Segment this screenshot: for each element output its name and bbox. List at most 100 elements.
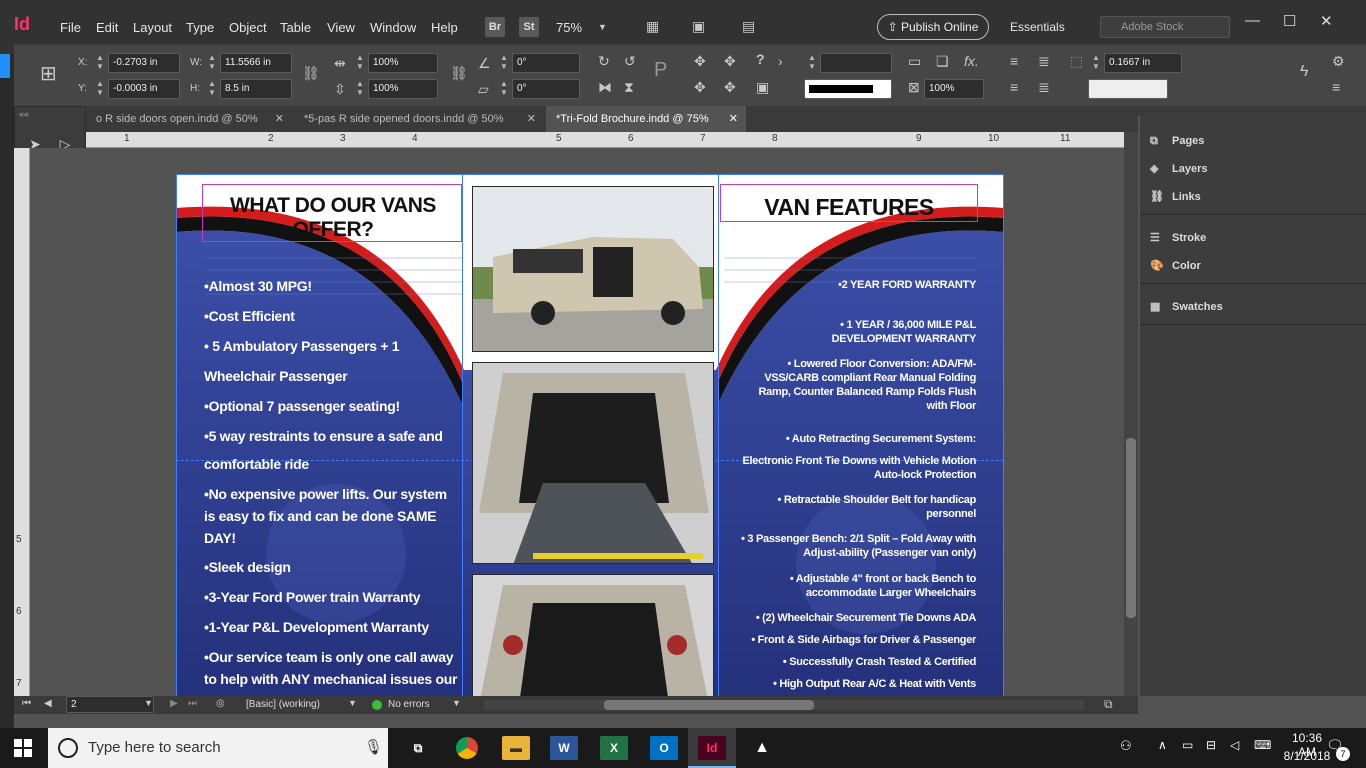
- tab-close-icon[interactable]: ✕: [527, 106, 536, 132]
- text-wrap-shape-icon[interactable]: ≡: [1010, 79, 1018, 95]
- rotate-ccw-icon[interactable]: ↺: [624, 53, 636, 70]
- input-method-icon[interactable]: ⌨: [1254, 738, 1271, 752]
- text-wrap-box-icon[interactable]: ≣: [1038, 53, 1050, 70]
- vertical-ruler[interactable]: 5 6 7: [14, 148, 30, 696]
- x-field[interactable]: -0.2703 in: [108, 53, 180, 73]
- shear-angle-field[interactable]: 0°: [512, 79, 580, 99]
- task-view-icon[interactable]: ⧉: [404, 736, 432, 760]
- maximize-icon[interactable]: ☐: [1283, 12, 1296, 30]
- select-previous-icon[interactable]: ✥: [694, 79, 706, 96]
- select-next-icon[interactable]: ✥: [724, 79, 736, 96]
- stroke-weight-field[interactable]: [820, 53, 892, 73]
- document-canvas[interactable]: WHAT DO OUR VANS OFFER? VAN FEATURES •Al…: [30, 148, 1124, 696]
- battery-icon[interactable]: ▭: [1182, 738, 1193, 752]
- page-dropdown-icon[interactable]: ▼: [144, 698, 153, 708]
- fx-effects-icon[interactable]: fx.: [964, 53, 979, 69]
- object-style-field[interactable]: [1088, 79, 1168, 99]
- indesign-taskbar-icon[interactable]: Id: [698, 736, 726, 760]
- lightning-icon[interactable]: ϟ: [1300, 63, 1308, 81]
- y-spinner[interactable]: ▲ ▼: [94, 79, 106, 99]
- zoom-level[interactable]: 75%: [556, 20, 582, 35]
- clock-date[interactable]: 8/1/2018: [1282, 749, 1332, 763]
- screen-mode-icon[interactable]: ▣: [692, 18, 705, 35]
- panel-stroke[interactable]: ☰ Stroke: [1150, 225, 1206, 251]
- stock-button[interactable]: St: [519, 17, 539, 37]
- panel-menu-icon[interactable]: ≡: [1332, 79, 1340, 95]
- previous-page-icon[interactable]: ◀: [44, 698, 52, 709]
- stroke-weight-spinner[interactable]: ▲ ▼: [806, 53, 818, 73]
- menu-layout[interactable]: Layout: [133, 20, 172, 35]
- file-explorer-icon[interactable]: ▬: [502, 736, 530, 760]
- rotate-cw-icon[interactable]: ↻: [598, 53, 610, 70]
- select-container-icon[interactable]: ✥: [694, 53, 706, 70]
- chrome-icon[interactable]: [456, 737, 478, 759]
- corner-size-field[interactable]: 0.1667 in: [1104, 53, 1182, 73]
- angle-spinner[interactable]: ▲ ▼: [498, 53, 510, 73]
- rotation-angle-field[interactable]: 0°: [512, 53, 580, 73]
- menu-table[interactable]: Table: [280, 20, 311, 35]
- constrain-proportions-icon[interactable]: ⛓: [302, 65, 320, 82]
- van-photo-ramp[interactable]: [472, 362, 714, 564]
- h-spinner[interactable]: ▲ ▼: [206, 79, 218, 99]
- frame-grid-icon[interactable]: ▦: [646, 18, 659, 35]
- excel-icon[interactable]: X: [600, 736, 628, 760]
- h-field[interactable]: 8.5 in: [220, 79, 292, 99]
- errors-dropdown-icon[interactable]: ▼: [452, 698, 461, 708]
- tab-doc-2[interactable]: *5-pas R side opened doors.indd @ 50% ✕: [294, 106, 544, 132]
- menu-window[interactable]: Window: [370, 20, 416, 35]
- profile-dropdown-icon[interactable]: ▼: [348, 698, 357, 708]
- outlook-icon[interactable]: O: [650, 736, 678, 760]
- microphone-icon[interactable]: 🎙: [364, 738, 383, 756]
- scale-y-field[interactable]: 100%: [368, 79, 438, 99]
- panel-layers[interactable]: ◈ Layers: [1150, 156, 1207, 182]
- stroke-color-icon[interactable]: ▭: [908, 53, 921, 70]
- split-view-icon[interactable]: ⧉: [1104, 697, 1113, 712]
- close-icon[interactable]: ✕: [1320, 12, 1333, 30]
- scale-x-spinner[interactable]: ▲ ▼: [354, 53, 366, 73]
- stroke-type-field[interactable]: [804, 79, 892, 99]
- word-icon[interactable]: W: [550, 736, 578, 760]
- van-photo-side[interactable]: [472, 186, 714, 352]
- select-content-icon[interactable]: ✥: [724, 53, 736, 70]
- tab-close-icon[interactable]: ✕: [275, 106, 284, 132]
- horizontal-scrollbar[interactable]: [484, 700, 1084, 710]
- scale-y-spinner[interactable]: ▲ ▼: [354, 79, 366, 99]
- vertical-scroll-thumb[interactable]: [1126, 438, 1136, 618]
- scale-x-field[interactable]: 100%: [368, 53, 438, 73]
- reference-point-icon[interactable]: ⊞: [40, 61, 57, 86]
- y-field[interactable]: -0.0003 in: [108, 79, 180, 99]
- tab-doc-1[interactable]: o R side doors open.indd @ 50% ✕: [86, 106, 292, 132]
- text-wrap-none-icon[interactable]: ≡: [1010, 53, 1018, 69]
- show-hidden-icons[interactable]: ∧: [1158, 738, 1167, 752]
- publish-online-button[interactable]: ⇧ Publish Online: [877, 14, 989, 40]
- text-wrap-jump-icon[interactable]: ≣: [1038, 79, 1050, 96]
- opacity-field[interactable]: 100%: [924, 79, 984, 99]
- shear-spinner[interactable]: ▲ ▼: [498, 79, 510, 99]
- vertical-scrollbar[interactable]: [1124, 132, 1138, 696]
- photos-icon[interactable]: ▲: [748, 736, 776, 760]
- next-page-icon[interactable]: ▶: [170, 698, 178, 709]
- horizontal-ruler[interactable]: 1 2 3 4 5 6 7 8 9 10 11: [86, 132, 1138, 148]
- settings-gear-icon[interactable]: ⚙: [1332, 53, 1345, 70]
- panel-color[interactable]: 🎨 Color: [1150, 253, 1201, 279]
- w-spinner[interactable]: ▲ ▼: [206, 53, 218, 73]
- volume-icon[interactable]: ◁: [1230, 738, 1239, 752]
- corner-spinner[interactable]: ▲ ▼: [1090, 53, 1102, 73]
- menu-help[interactable]: Help: [431, 20, 458, 35]
- menu-file[interactable]: File: [60, 20, 81, 35]
- workspace-switcher[interactable]: Essentials: [1010, 20, 1065, 34]
- collapse-tools-icon[interactable]: ««: [19, 109, 29, 119]
- adobe-stock-search[interactable]: Adobe Stock: [1100, 16, 1230, 38]
- windows-start-icon[interactable]: [14, 739, 32, 757]
- menu-object[interactable]: Object: [229, 20, 267, 35]
- panel-pages[interactable]: ⧉ Pages: [1150, 128, 1204, 154]
- van-photo-interior[interactable]: [472, 574, 714, 696]
- fill-frame-icon[interactable]: ▣: [756, 79, 769, 96]
- preflight-profile-icon[interactable]: ◎: [216, 698, 225, 709]
- minimize-icon[interactable]: —: [1245, 12, 1260, 29]
- flip-vertical-icon[interactable]: ⧗: [624, 79, 634, 96]
- constrain-scale-icon[interactable]: ⛓: [450, 65, 468, 82]
- tab-doc-3[interactable]: *Tri-Fold Brochure.indd @ 75% ✕: [546, 106, 746, 132]
- people-icon[interactable]: ⚇: [1120, 738, 1132, 754]
- horizontal-scroll-thumb[interactable]: [604, 700, 814, 710]
